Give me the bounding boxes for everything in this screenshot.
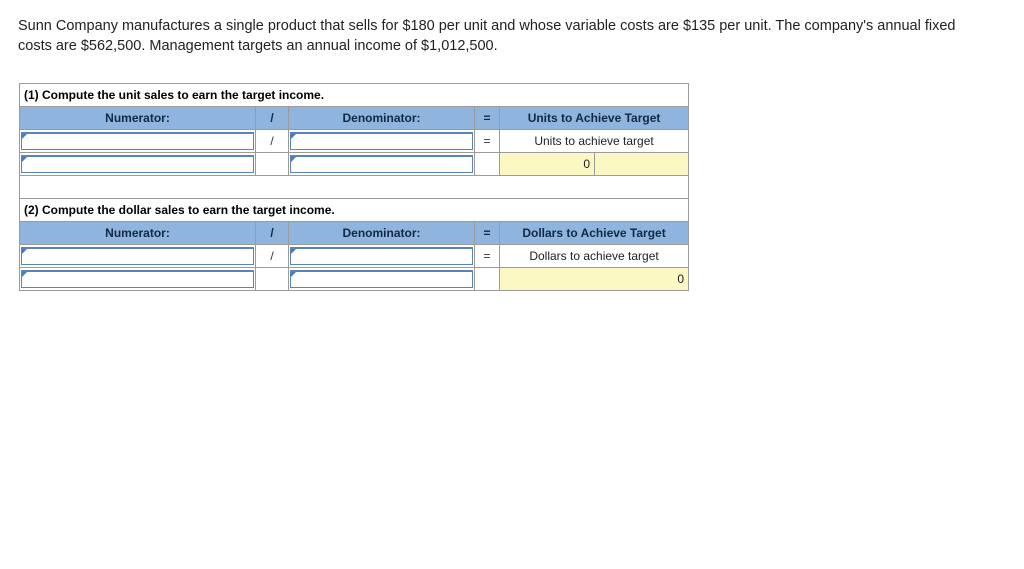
- section-1-numerator-input-2[interactable]: [26, 157, 251, 172]
- section-2-slash-1: /: [255, 244, 289, 268]
- section-1-answer-extra: [593, 152, 690, 176]
- section-1-header-denominator: Denominator:: [288, 106, 475, 130]
- section-1-result-label: Units to achieve target: [498, 129, 690, 153]
- section-1-denominator-cell[interactable]: [288, 129, 475, 153]
- section-2-header-slash: /: [255, 221, 289, 245]
- section-1-equals-2: [474, 152, 500, 176]
- section-1-slash-2: [255, 152, 289, 176]
- entry-box[interactable]: [21, 155, 254, 173]
- section-1-numerator-input[interactable]: [26, 134, 251, 149]
- entry-box[interactable]: [290, 247, 473, 265]
- entry-box[interactable]: [21, 132, 254, 150]
- section-2-header-equals: =: [474, 221, 500, 245]
- section-2-header-result: Dollars to Achieve Target: [498, 221, 690, 245]
- section-2-numerator-input[interactable]: [26, 249, 251, 264]
- section-2-equals-2: [474, 267, 500, 291]
- section-2-answer-value: 0: [498, 267, 690, 291]
- entry-box[interactable]: [21, 247, 254, 265]
- section-2-header-numerator: Numerator:: [19, 221, 256, 245]
- section-spacer-cell: [18, 175, 690, 199]
- section-1-answer-value: 0: [499, 152, 595, 176]
- section-2-header-denominator: Denominator:: [288, 221, 475, 245]
- section-1-numerator-cell-2[interactable]: [19, 152, 256, 176]
- section-1-header-slash: /: [255, 106, 289, 130]
- section-2-caption-row: (2) Compute the dollar sales to earn the…: [18, 198, 690, 222]
- problem-statement: Sunn Company manufactures a single produ…: [18, 18, 956, 54]
- section-2-denominator-cell-2[interactable]: [288, 267, 475, 291]
- section-1-header-equals: =: [474, 106, 500, 130]
- section-2-equals-1: =: [474, 244, 500, 268]
- entry-box[interactable]: [290, 155, 473, 173]
- section-1-header-result: Units to Achieve Target: [498, 106, 690, 130]
- section-1-caption: (1) Compute the unit sales to earn the t…: [18, 83, 690, 107]
- section-2-slash-2: [255, 267, 289, 291]
- section-1-formula-row: / = Units to achieve target: [19, 129, 690, 153]
- section-1-equals-1: =: [474, 129, 500, 153]
- entry-box[interactable]: [21, 270, 254, 288]
- section-2-numerator-cell[interactable]: [19, 244, 256, 268]
- section-1-header-numerator: Numerator:: [19, 106, 256, 130]
- entry-box[interactable]: [290, 132, 473, 150]
- section-spacer-row: [18, 175, 690, 199]
- section-1-numerator-cell[interactable]: [19, 129, 256, 153]
- section-2-answer-row: 0: [19, 267, 690, 291]
- worksheet-table: (1) Compute the unit sales to earn the t…: [18, 83, 690, 291]
- section-2-caption: (2) Compute the dollar sales to earn the…: [18, 198, 690, 222]
- section-2-header-row: Numerator: / Denominator: = Dollars to A…: [19, 221, 690, 245]
- section-2-denominator-input[interactable]: [295, 249, 470, 264]
- section-1-denominator-cell-2[interactable]: [288, 152, 475, 176]
- section-1-caption-row: (1) Compute the unit sales to earn the t…: [18, 83, 690, 107]
- section-2-numerator-input-2[interactable]: [26, 272, 251, 287]
- section-1-denominator-input[interactable]: [295, 134, 470, 149]
- section-1-denominator-input-2[interactable]: [295, 157, 470, 172]
- section-2-numerator-cell-2[interactable]: [19, 267, 256, 291]
- section-2-formula-row: / = Dollars to achieve target: [19, 244, 690, 268]
- section-2-denominator-cell[interactable]: [288, 244, 475, 268]
- section-2-result-label: Dollars to achieve target: [498, 244, 690, 268]
- section-1-answer-row: 0: [19, 152, 690, 176]
- entry-box[interactable]: [290, 270, 473, 288]
- section-1-slash-1: /: [255, 129, 289, 153]
- section-2-denominator-input-2[interactable]: [295, 272, 470, 287]
- section-1-header-row: Numerator: / Denominator: = Units to Ach…: [19, 106, 690, 130]
